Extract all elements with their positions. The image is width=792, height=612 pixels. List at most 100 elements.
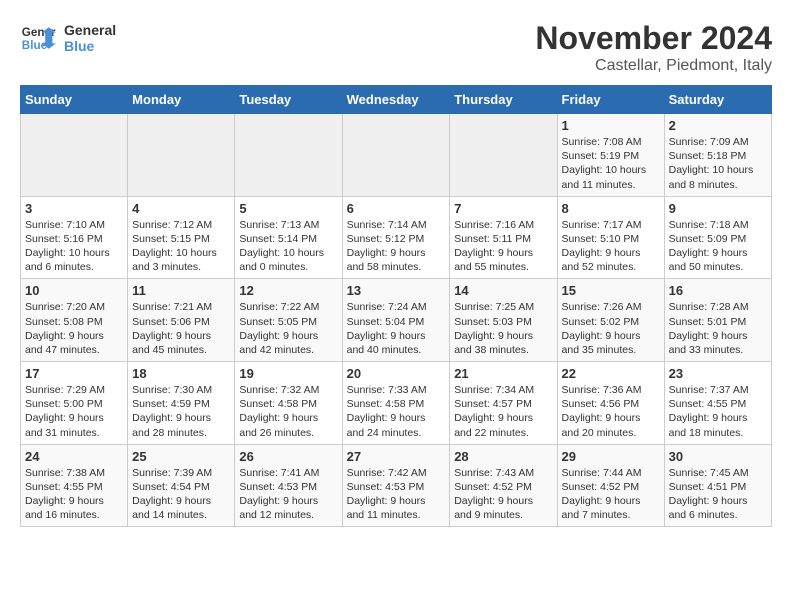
title-area: November 2024 Castellar, Piedmont, Italy	[535, 20, 772, 75]
day-info: Sunrise: 7:43 AM Sunset: 4:52 PM Dayligh…	[454, 466, 552, 523]
day-info: Sunrise: 7:09 AM Sunset: 5:18 PM Dayligh…	[669, 135, 767, 192]
calendar-cell	[342, 114, 450, 197]
calendar-cell	[128, 114, 235, 197]
calendar-cell: 11 Sunrise: 7:21 AM Sunset: 5:06 PM Dayli…	[128, 279, 235, 362]
calendar-cell: 20 Sunrise: 7:33 AM Sunset: 4:58 PM Dayli…	[342, 362, 450, 445]
day-number: 3	[25, 201, 123, 216]
day-number: 18	[132, 366, 230, 381]
day-number: 8	[562, 201, 660, 216]
calendar-cell: 30Sunrise: 7:45 AM Sunset: 4:51 PM Dayli…	[664, 444, 771, 527]
calendar-cell: 12 Sunrise: 7:22 AM Sunset: 5:05 PM Dayli…	[235, 279, 342, 362]
calendar-week-row: 3 Sunrise: 7:10 AM Sunset: 5:16 PM Daylig…	[21, 196, 772, 279]
day-info: Sunrise: 7:25 AM Sunset: 5:03 PM Dayligh…	[454, 300, 552, 357]
calendar-week-row: 24 Sunrise: 7:38 AM Sunset: 4:55 PM Dayli…	[21, 444, 772, 527]
day-number: 27	[347, 449, 446, 464]
day-info: Sunrise: 7:13 AM Sunset: 5:14 PM Dayligh…	[239, 218, 337, 275]
day-info: Sunrise: 7:36 AM Sunset: 4:56 PM Dayligh…	[562, 383, 660, 440]
weekday-header: Thursday	[450, 86, 557, 114]
calendar-cell: 15Sunrise: 7:26 AM Sunset: 5:02 PM Dayli…	[557, 279, 664, 362]
day-number: 24	[25, 449, 123, 464]
calendar-cell: 3 Sunrise: 7:10 AM Sunset: 5:16 PM Daylig…	[21, 196, 128, 279]
calendar-cell: 4 Sunrise: 7:12 AM Sunset: 5:15 PM Daylig…	[128, 196, 235, 279]
day-info: Sunrise: 7:38 AM Sunset: 4:55 PM Dayligh…	[25, 466, 123, 523]
day-number: 5	[239, 201, 337, 216]
day-info: Sunrise: 7:21 AM Sunset: 5:06 PM Dayligh…	[132, 300, 230, 357]
calendar-cell: 6 Sunrise: 7:14 AM Sunset: 5:12 PM Daylig…	[342, 196, 450, 279]
day-number: 22	[562, 366, 660, 381]
day-info: Sunrise: 7:22 AM Sunset: 5:05 PM Dayligh…	[239, 300, 337, 357]
day-info: Sunrise: 7:10 AM Sunset: 5:16 PM Dayligh…	[25, 218, 123, 275]
weekday-header: Sunday	[21, 86, 128, 114]
calendar-week-row: 17 Sunrise: 7:29 AM Sunset: 5:00 PM Dayli…	[21, 362, 772, 445]
day-number: 20	[347, 366, 446, 381]
day-info: Sunrise: 7:44 AM Sunset: 4:52 PM Dayligh…	[562, 466, 660, 523]
day-number: 17	[25, 366, 123, 381]
day-number: 6	[347, 201, 446, 216]
day-info: Sunrise: 7:18 AM Sunset: 5:09 PM Dayligh…	[669, 218, 767, 275]
calendar-cell	[450, 114, 557, 197]
calendar-cell	[235, 114, 342, 197]
day-info: Sunrise: 7:33 AM Sunset: 4:58 PM Dayligh…	[347, 383, 446, 440]
day-info: Sunrise: 7:45 AM Sunset: 4:51 PM Dayligh…	[669, 466, 767, 523]
day-number: 7	[454, 201, 552, 216]
day-info: Sunrise: 7:39 AM Sunset: 4:54 PM Dayligh…	[132, 466, 230, 523]
calendar-cell: 17 Sunrise: 7:29 AM Sunset: 5:00 PM Dayli…	[21, 362, 128, 445]
calendar-cell: 16Sunrise: 7:28 AM Sunset: 5:01 PM Dayli…	[664, 279, 771, 362]
weekday-header: Saturday	[664, 86, 771, 114]
day-info: Sunrise: 7:29 AM Sunset: 5:00 PM Dayligh…	[25, 383, 123, 440]
logo: General Blue General Blue	[20, 20, 116, 56]
calendar-cell: 29 Sunrise: 7:44 AM Sunset: 4:52 PM Dayli…	[557, 444, 664, 527]
day-number: 12	[239, 283, 337, 298]
location-subtitle: Castellar, Piedmont, Italy	[535, 57, 772, 75]
day-number: 11	[132, 283, 230, 298]
day-number: 1	[562, 118, 660, 133]
calendar-cell: 26 Sunrise: 7:41 AM Sunset: 4:53 PM Dayli…	[235, 444, 342, 527]
calendar-cell: 19Sunrise: 7:32 AM Sunset: 4:58 PM Dayli…	[235, 362, 342, 445]
calendar-cell: 14 Sunrise: 7:25 AM Sunset: 5:03 PM Dayli…	[450, 279, 557, 362]
day-info: Sunrise: 7:41 AM Sunset: 4:53 PM Dayligh…	[239, 466, 337, 523]
calendar-cell: 13 Sunrise: 7:24 AM Sunset: 5:04 PM Dayli…	[342, 279, 450, 362]
day-number: 14	[454, 283, 552, 298]
calendar-cell: 5 Sunrise: 7:13 AM Sunset: 5:14 PM Daylig…	[235, 196, 342, 279]
svg-text:Blue: Blue	[22, 39, 48, 52]
calendar-cell: 28 Sunrise: 7:43 AM Sunset: 4:52 PM Dayli…	[450, 444, 557, 527]
calendar-cell	[21, 114, 128, 197]
calendar-cell: 27 Sunrise: 7:42 AM Sunset: 4:53 PM Dayli…	[342, 444, 450, 527]
day-info: Sunrise: 7:30 AM Sunset: 4:59 PM Dayligh…	[132, 383, 230, 440]
day-number: 4	[132, 201, 230, 216]
day-info: Sunrise: 7:24 AM Sunset: 5:04 PM Dayligh…	[347, 300, 446, 357]
day-number: 23	[669, 366, 767, 381]
day-number: 28	[454, 449, 552, 464]
day-info: Sunrise: 7:42 AM Sunset: 4:53 PM Dayligh…	[347, 466, 446, 523]
calendar-cell: 25Sunrise: 7:39 AM Sunset: 4:54 PM Dayli…	[128, 444, 235, 527]
day-number: 15	[562, 283, 660, 298]
day-info: Sunrise: 7:14 AM Sunset: 5:12 PM Dayligh…	[347, 218, 446, 275]
day-info: Sunrise: 7:34 AM Sunset: 4:57 PM Dayligh…	[454, 383, 552, 440]
calendar-cell: 8 Sunrise: 7:17 AM Sunset: 5:10 PM Daylig…	[557, 196, 664, 279]
day-number: 9	[669, 201, 767, 216]
day-info: Sunrise: 7:20 AM Sunset: 5:08 PM Dayligh…	[25, 300, 123, 357]
calendar-cell: 9 Sunrise: 7:18 AM Sunset: 5:09 PM Daylig…	[664, 196, 771, 279]
day-info: Sunrise: 7:08 AM Sunset: 5:19 PM Dayligh…	[562, 135, 660, 192]
weekday-header-row: SundayMondayTuesdayWednesdayThursdayFrid…	[21, 86, 772, 114]
calendar-week-row: 10Sunrise: 7:20 AM Sunset: 5:08 PM Dayli…	[21, 279, 772, 362]
day-number: 29	[562, 449, 660, 464]
day-number: 16	[669, 283, 767, 298]
calendar-cell: 7 Sunrise: 7:16 AM Sunset: 5:11 PM Daylig…	[450, 196, 557, 279]
calendar-cell: 21Sunrise: 7:34 AM Sunset: 4:57 PM Dayli…	[450, 362, 557, 445]
calendar-cell: 10Sunrise: 7:20 AM Sunset: 5:08 PM Dayli…	[21, 279, 128, 362]
calendar-cell: 22 Sunrise: 7:36 AM Sunset: 4:56 PM Dayli…	[557, 362, 664, 445]
logo-general: General	[64, 22, 116, 38]
weekday-header: Wednesday	[342, 86, 450, 114]
day-info: Sunrise: 7:17 AM Sunset: 5:10 PM Dayligh…	[562, 218, 660, 275]
calendar-cell: 23Sunrise: 7:37 AM Sunset: 4:55 PM Dayli…	[664, 362, 771, 445]
day-number: 13	[347, 283, 446, 298]
month-title: November 2024	[535, 20, 772, 57]
calendar-cell: 18 Sunrise: 7:30 AM Sunset: 4:59 PM Dayli…	[128, 362, 235, 445]
calendar-cell: 1 Sunrise: 7:08 AM Sunset: 5:19 PM Daylig…	[557, 114, 664, 197]
day-info: Sunrise: 7:12 AM Sunset: 5:15 PM Dayligh…	[132, 218, 230, 275]
calendar-cell: 24 Sunrise: 7:38 AM Sunset: 4:55 PM Dayli…	[21, 444, 128, 527]
day-info: Sunrise: 7:16 AM Sunset: 5:11 PM Dayligh…	[454, 218, 552, 275]
calendar-week-row: 1 Sunrise: 7:08 AM Sunset: 5:19 PM Daylig…	[21, 114, 772, 197]
day-number: 26	[239, 449, 337, 464]
